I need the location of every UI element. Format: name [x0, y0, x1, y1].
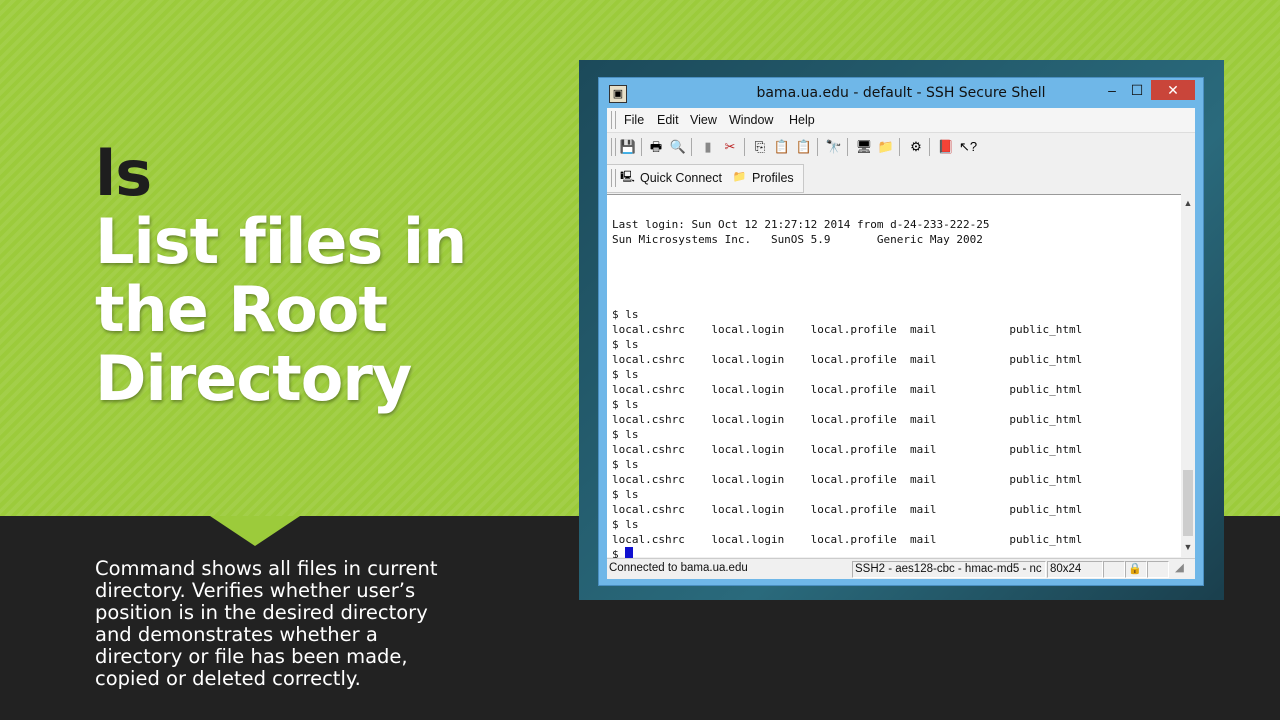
title-line-1: List files in — [95, 205, 467, 279]
window-client: File Edit View Window Help 💾 🖶 🔍 ▮ ✂ ⎘ 📋… — [607, 108, 1195, 579]
status-empty-cell — [1103, 561, 1125, 578]
title-bar[interactable]: ▣ bama.ua.edu - default - SSH Secure She… — [599, 78, 1203, 108]
toolbar-grip[interactable] — [611, 138, 616, 156]
resize-grip-icon[interactable]: ◢ — [1173, 561, 1189, 576]
ssh-window: ▣ bama.ua.edu - default - SSH Secure She… — [598, 77, 1204, 586]
save-icon[interactable]: 💾 — [619, 138, 637, 156]
terminal-line: local.cshrc local.login local.profile ma… — [612, 413, 1083, 426]
terminal-line: Last login: Sun Oct 12 21:27:12 2014 fro… — [612, 218, 990, 231]
profiles-button[interactable]: Profiles — [752, 171, 794, 185]
file-transfer-icon[interactable]: 📁 — [877, 138, 895, 156]
terminal-line: $ ls — [612, 518, 639, 531]
terminal-line: local.cshrc local.login local.profile ma… — [612, 383, 1083, 396]
print-icon[interactable]: 🖶 — [647, 138, 665, 156]
terminal-line: local.cshrc local.login local.profile ma… — [612, 353, 1083, 366]
disconnect-icon[interactable]: ✂ — [721, 138, 739, 156]
toolbar-separator — [899, 138, 900, 156]
terminal-line: local.cshrc local.login local.profile ma… — [612, 533, 1083, 546]
folder-icon[interactable]: 📁 — [732, 170, 747, 184]
toolbar-separator — [691, 138, 692, 156]
title-command: ls — [95, 137, 152, 210]
paste-disabled-icon[interactable]: ▮ — [699, 138, 717, 156]
find-icon[interactable]: 🔭 — [825, 138, 843, 156]
close-button[interactable]: ✕ — [1151, 80, 1195, 100]
menu-edit[interactable]: Edit — [657, 113, 679, 127]
menu-help[interactable]: Help — [789, 113, 815, 127]
maximize-button[interactable]: ☐ — [1124, 80, 1150, 100]
menu-bar: File Edit View Window Help — [607, 108, 1195, 133]
scroll-up-arrow-icon[interactable]: ▲ — [1181, 196, 1195, 210]
toolbar-separator — [641, 138, 642, 156]
lock-icon: 🔒 — [1125, 561, 1147, 578]
new-terminal-icon[interactable]: 🖥 — [855, 138, 873, 156]
toolbar-separator — [817, 138, 818, 156]
context-help-icon[interactable]: ↖? — [959, 138, 977, 156]
terminal-line: $ ls — [612, 398, 639, 411]
status-empty-cell — [1147, 561, 1169, 578]
terminal-line: $ ls — [612, 458, 639, 471]
settings-icon[interactable]: ⚙ — [907, 138, 925, 156]
menu-file[interactable]: File — [624, 113, 644, 127]
toolbar-separator — [847, 138, 848, 156]
toolbar-separator — [744, 138, 745, 156]
toolbar: 💾 🖶 🔍 ▮ ✂ ⎘ 📋 📋 🔭 🖥 📁 ⚙ 📕 ↖? — [607, 134, 1195, 160]
help-book-icon[interactable]: 📕 — [937, 138, 955, 156]
slide-title: ls List files in the Root Directory — [95, 137, 535, 415]
terminal-line: $ ls — [612, 368, 639, 381]
paste-alt-icon[interactable]: 📋 — [795, 138, 813, 156]
status-connection: Connected to bama.ua.edu — [609, 562, 748, 574]
scroll-down-arrow-icon[interactable]: ▼ — [1181, 540, 1195, 554]
terminal-line: Sun Microsystems Inc. SunOS 5.9 Generic … — [612, 233, 983, 246]
terminal-scrollbar[interactable]: ▲ ▼ — [1181, 194, 1195, 556]
terminal-line: local.cshrc local.login local.profile ma… — [612, 503, 1083, 516]
quick-connect-button[interactable]: Quick Connect — [640, 171, 722, 185]
quick-connect-grip[interactable] — [611, 169, 616, 187]
terminal-line: $ ls — [612, 428, 639, 441]
menu-window[interactable]: Window — [729, 113, 773, 127]
callout-pointer — [210, 516, 300, 546]
title-line-2: the Root — [95, 273, 388, 347]
title-line-3: Directory — [95, 341, 412, 415]
terminal-line: $ ls — [612, 488, 639, 501]
quick-connect-icon[interactable]: 🖳 — [620, 170, 635, 184]
status-bar: Connected to bama.ua.edu SSH2 - aes128-c… — [607, 558, 1195, 579]
terminal-line: local.cshrc local.login local.profile ma… — [612, 473, 1083, 486]
terminal-area[interactable]: Last login: Sun Oct 12 21:27:12 2014 fro… — [607, 194, 1181, 561]
slide-description: Command shows all files in current direc… — [95, 557, 438, 690]
terminal-line: $ ls — [612, 308, 639, 321]
print-preview-icon[interactable]: 🔍 — [669, 138, 687, 156]
menu-view[interactable]: View — [690, 113, 717, 127]
terminal-line: local.cshrc local.login local.profile ma… — [612, 323, 1083, 336]
terminal-line: $ ls — [612, 338, 639, 351]
status-terminal-size: 80x24 — [1047, 561, 1103, 578]
paste-icon[interactable]: 📋 — [773, 138, 791, 156]
terminal-line: local.cshrc local.login local.profile ma… — [612, 443, 1083, 456]
quick-connect-bar: 🖳 Quick Connect 📁 Profiles — [607, 164, 804, 193]
menubar-grip[interactable] — [611, 111, 616, 129]
copy-icon[interactable]: ⎘ — [751, 138, 769, 156]
status-cipher: SSH2 - aes128-cbc - hmac-md5 - nc — [852, 561, 1046, 578]
minimize-button[interactable]: – — [1099, 80, 1125, 100]
scroll-thumb[interactable] — [1183, 470, 1193, 536]
toolbar-separator — [929, 138, 930, 156]
